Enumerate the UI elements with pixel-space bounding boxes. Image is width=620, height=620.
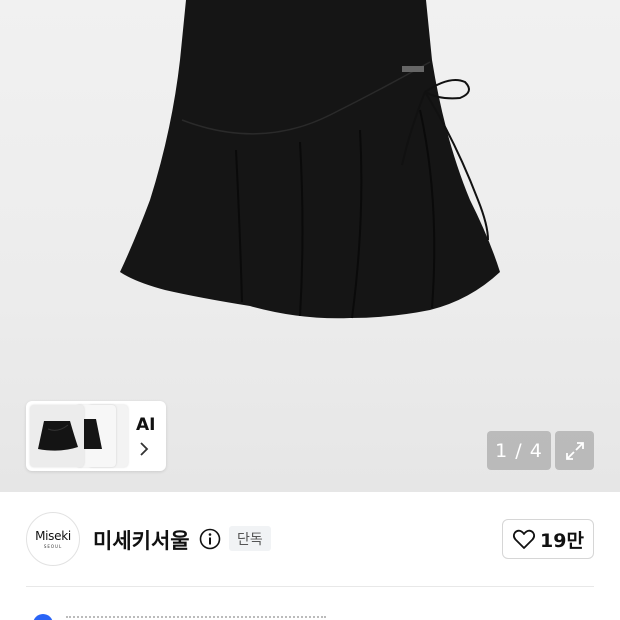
- brand-name-link[interactable]: 미세키서울: [93, 525, 190, 555]
- section-divider: [26, 586, 594, 587]
- info-dot-icon: [33, 614, 53, 620]
- thumbnail-item-active[interactable]: [30, 405, 84, 467]
- product-image-gallery[interactable]: AI 1 / 4: [0, 0, 620, 492]
- brand-logo[interactable]: Miseki SEOUL: [26, 512, 80, 566]
- truncated-row-text: [66, 616, 326, 620]
- thumbnail-strip[interactable]: AI: [26, 401, 166, 471]
- like-count: 19만: [540, 529, 584, 552]
- expand-arrows-icon: [565, 441, 584, 460]
- brand-logo-subtext: SEOUL: [43, 544, 63, 549]
- image-page-counter: 1 / 4: [487, 431, 551, 470]
- expand-image-button[interactable]: [555, 431, 594, 470]
- chevron-right-icon[interactable]: [139, 441, 149, 461]
- exclusive-badge: 단독: [229, 526, 271, 551]
- ai-label: AI: [136, 415, 156, 435]
- brand-row: Miseki SEOUL 미세키서울 단독 19만: [0, 492, 620, 587]
- thumbnail-stack[interactable]: [30, 405, 130, 467]
- info-circle-icon[interactable]: [199, 528, 221, 554]
- like-button[interactable]: 19만: [502, 519, 594, 559]
- heart-outline-icon: [513, 529, 536, 549]
- brand-logo-text: Miseki: [35, 529, 71, 543]
